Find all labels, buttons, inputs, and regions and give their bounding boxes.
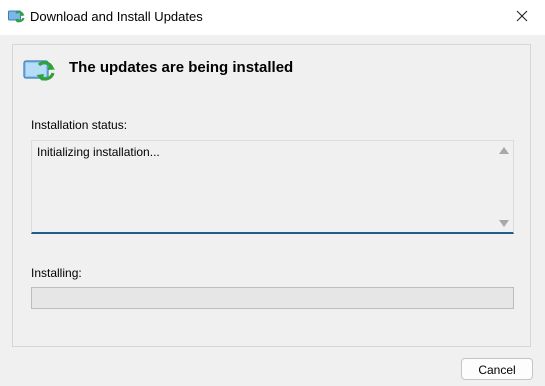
close-button[interactable]: [499, 0, 545, 35]
installation-status-text: Initializing installation...: [37, 145, 160, 159]
title-bar: Download and Install Updates: [0, 0, 545, 35]
status-scrollbar[interactable]: [496, 141, 513, 233]
installation-status-textbox[interactable]: Initializing installation...: [31, 140, 514, 234]
installation-status-label: Installation status:: [31, 118, 128, 132]
installing-label: Installing:: [31, 266, 82, 280]
cancel-button[interactable]: Cancel: [461, 358, 533, 380]
scroll-up-arrow-icon[interactable]: [499, 147, 509, 154]
page-title: The updates are being installed: [69, 59, 294, 76]
update-arrows-icon: [23, 56, 59, 84]
scroll-down-arrow-icon[interactable]: [499, 220, 509, 227]
close-icon: [516, 9, 528, 27]
installation-progress-bar: [31, 287, 514, 309]
window-title: Download and Install Updates: [30, 9, 203, 24]
windows-update-icon: [8, 9, 25, 24]
